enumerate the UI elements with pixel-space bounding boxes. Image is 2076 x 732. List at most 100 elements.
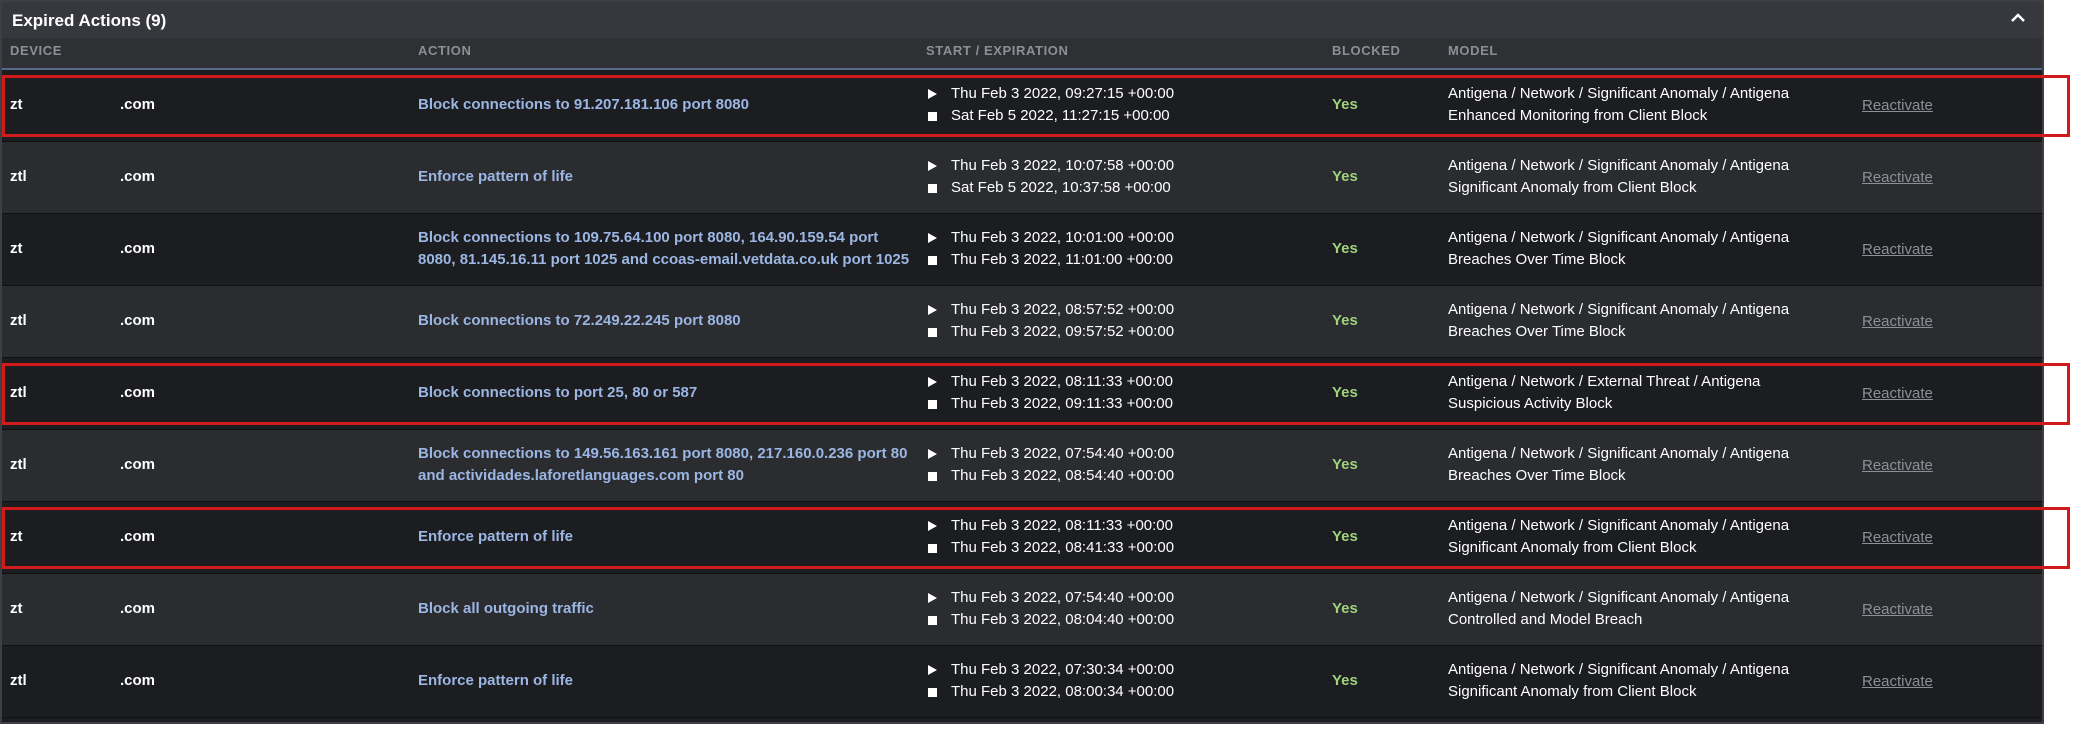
- model-line: Antigena / Network / Significant Anomaly…: [1448, 589, 1790, 606]
- device-domain[interactable]: .com: [120, 94, 155, 116]
- model-line: Antigena / Network / Significant Anomaly…: [1448, 85, 1790, 102]
- expiration-time: Sat Feb 5 2022, 11:27:15 +00:00: [926, 105, 1174, 127]
- device-domain[interactable]: .com: [120, 454, 155, 476]
- column-header-model[interactable]: MODEL: [1448, 43, 1498, 58]
- reactivate-link[interactable]: Reactivate: [1862, 599, 1933, 621]
- play-icon: [928, 89, 937, 99]
- model-name: Antigena / Network / Significant Anomaly…: [1448, 443, 1848, 487]
- stop-icon: [928, 327, 937, 337]
- expiration-time: Thu Feb 3 2022, 11:01:00 +00:00: [926, 249, 1174, 271]
- action-link[interactable]: Block connections to 149.56.163.161 port…: [418, 443, 918, 487]
- chevron-up-icon[interactable]: [2006, 6, 2030, 30]
- expiration-text: Thu Feb 3 2022, 11:01:00 +00:00: [951, 251, 1173, 268]
- device-name[interactable]: ztl: [10, 670, 27, 692]
- play-icon: [928, 377, 937, 387]
- play-icon: [928, 521, 937, 531]
- model-name: Antigena / Network / Significant Anomaly…: [1448, 227, 1848, 271]
- action-link[interactable]: Block connections to 72.249.22.245 port …: [418, 310, 918, 332]
- model-line: Significant Anomaly from Client Block: [1448, 539, 1697, 556]
- action-line: Enforce pattern of life: [418, 528, 574, 545]
- expiration-text: Thu Feb 3 2022, 08:41:33 +00:00: [951, 539, 1175, 556]
- reactivate-link[interactable]: Reactivate: [1862, 671, 1933, 693]
- panel-header[interactable]: Expired Actions (9): [2, 2, 2042, 40]
- table-row[interactable]: ztl .com Block connections to 72.249.22.24…: [2, 286, 2042, 358]
- action-link[interactable]: Enforce pattern of life: [418, 526, 918, 548]
- device-domain[interactable]: .com: [120, 382, 155, 404]
- action-link[interactable]: Block connections to 109.75.64.100 port …: [418, 227, 918, 271]
- expiration-time: Sat Feb 5 2022, 10:37:58 +00:00: [926, 177, 1174, 199]
- action-line: 8080, 81.145.16.11 port 1025 and ccoas-e…: [418, 251, 910, 268]
- device-domain[interactable]: .com: [120, 238, 155, 260]
- device-name[interactable]: zt: [10, 598, 23, 620]
- column-header-action[interactable]: ACTION: [418, 43, 471, 58]
- model-line: Breaches Over Time Block: [1448, 251, 1626, 268]
- start-expiration: Thu Feb 3 2022, 10:07:58 +00:00 Sat Feb 5…: [926, 155, 1174, 199]
- expiration-text: Sat Feb 5 2022, 10:37:58 +00:00: [951, 179, 1171, 196]
- device-domain[interactable]: .com: [120, 598, 155, 620]
- column-header-blocked[interactable]: BLOCKED: [1332, 43, 1400, 58]
- blocked-status: Yes: [1332, 312, 1358, 329]
- start-text: Thu Feb 3 2022, 07:54:40 +00:00: [951, 445, 1175, 462]
- device-domain[interactable]: .com: [120, 670, 155, 692]
- device-name[interactable]: zt: [10, 238, 23, 260]
- start-expiration: Thu Feb 3 2022, 10:01:00 +00:00 Thu Feb 3…: [926, 227, 1174, 271]
- expiration-text: Thu Feb 3 2022, 08:00:34 +00:00: [951, 683, 1175, 700]
- expired-actions-panel: Expired Actions (9) DEVICE ACTION START …: [0, 0, 2044, 724]
- stop-icon: [928, 543, 937, 553]
- model-name: Antigena / Network / Significant Anomaly…: [1448, 155, 1848, 199]
- expiration-text: Thu Feb 3 2022, 08:54:40 +00:00: [951, 467, 1175, 484]
- model-line: Controlled and Model Breach: [1448, 611, 1643, 628]
- reactivate-link[interactable]: Reactivate: [1862, 95, 1933, 117]
- expiration-time: Thu Feb 3 2022, 08:41:33 +00:00: [926, 537, 1174, 559]
- model-line: Antigena / Network / Significant Anomaly…: [1448, 229, 1790, 246]
- device-name[interactable]: ztl: [10, 454, 27, 476]
- start-text: Thu Feb 3 2022, 08:57:52 +00:00: [951, 301, 1175, 318]
- model-line: Antigena / Network / External Threat / A…: [1448, 373, 1761, 390]
- device-name[interactable]: ztl: [10, 166, 27, 188]
- start-time: Thu Feb 3 2022, 07:54:40 +00:00: [926, 443, 1174, 465]
- start-text: Thu Feb 3 2022, 09:27:15 +00:00: [951, 85, 1175, 102]
- table-row[interactable]: ztl .com Block connections to port 25, 80 …: [2, 358, 2042, 430]
- model-line: Enhanced Monitoring from Client Block: [1448, 107, 1708, 124]
- column-header-start-expiration[interactable]: START / EXPIRATION: [926, 43, 1069, 58]
- action-link[interactable]: Block connections to port 25, 80 or 587: [418, 382, 918, 404]
- column-header-device[interactable]: DEVICE: [10, 43, 62, 58]
- model-name: Antigena / Network / Significant Anomaly…: [1448, 515, 1848, 559]
- model-line: Antigena / Network / Significant Anomaly…: [1448, 301, 1790, 318]
- reactivate-link[interactable]: Reactivate: [1862, 239, 1933, 261]
- action-line: Block connections to 91.207.181.106 port…: [418, 96, 749, 113]
- action-link[interactable]: Block connections to 91.207.181.106 port…: [418, 94, 918, 116]
- device-name[interactable]: zt: [10, 526, 23, 548]
- start-time: Thu Feb 3 2022, 08:11:33 +00:00: [926, 371, 1173, 393]
- blocked-status: Yes: [1332, 240, 1358, 257]
- table-row[interactable]: zt .com Block connections to 91.207.181.10…: [2, 70, 2042, 142]
- table-row[interactable]: zt .com Enforce pattern of life Thu Feb 3 2…: [2, 502, 2042, 574]
- device-name[interactable]: zt: [10, 94, 23, 116]
- device-domain[interactable]: .com: [120, 310, 155, 332]
- model-line: Significant Anomaly from Client Block: [1448, 683, 1697, 700]
- device-name[interactable]: ztl: [10, 310, 27, 332]
- reactivate-link[interactable]: Reactivate: [1862, 527, 1933, 549]
- reactivate-link[interactable]: Reactivate: [1862, 167, 1933, 189]
- table-row[interactable]: ztl .com Enforce pattern of life Thu Feb 3 …: [2, 646, 2042, 718]
- action-link[interactable]: Block all outgoing traffic: [418, 598, 918, 620]
- stop-icon: [928, 255, 937, 265]
- model-line: Breaches Over Time Block: [1448, 323, 1626, 340]
- table-row[interactable]: zt .com Block connections to 109.75.64.100…: [2, 214, 2042, 286]
- device-domain[interactable]: .com: [120, 526, 155, 548]
- device-domain[interactable]: .com: [120, 166, 155, 188]
- reactivate-link[interactable]: Reactivate: [1862, 311, 1933, 333]
- action-link[interactable]: Enforce pattern of life: [418, 166, 918, 188]
- start-expiration: Thu Feb 3 2022, 07:30:34 +00:00 Thu Feb 3…: [926, 659, 1174, 703]
- expiration-time: Thu Feb 3 2022, 08:04:40 +00:00: [926, 609, 1174, 631]
- table-row[interactable]: ztl .com Block connections to 149.56.163.1…: [2, 430, 2042, 502]
- reactivate-link[interactable]: Reactivate: [1862, 455, 1933, 477]
- reactivate-link[interactable]: Reactivate: [1862, 383, 1933, 405]
- expiration-time: Thu Feb 3 2022, 08:00:34 +00:00: [926, 681, 1174, 703]
- table-row[interactable]: ztl .com Enforce pattern of life Thu Feb 3 …: [2, 142, 2042, 214]
- expiration-text: Sat Feb 5 2022, 11:27:15 +00:00: [951, 107, 1170, 124]
- action-link[interactable]: Enforce pattern of life: [418, 670, 918, 692]
- table-row[interactable]: zt .com Block all outgoing traffic Thu Feb …: [2, 574, 2042, 646]
- action-line: Block connections to 72.249.22.245 port …: [418, 312, 741, 329]
- device-name[interactable]: ztl: [10, 382, 27, 404]
